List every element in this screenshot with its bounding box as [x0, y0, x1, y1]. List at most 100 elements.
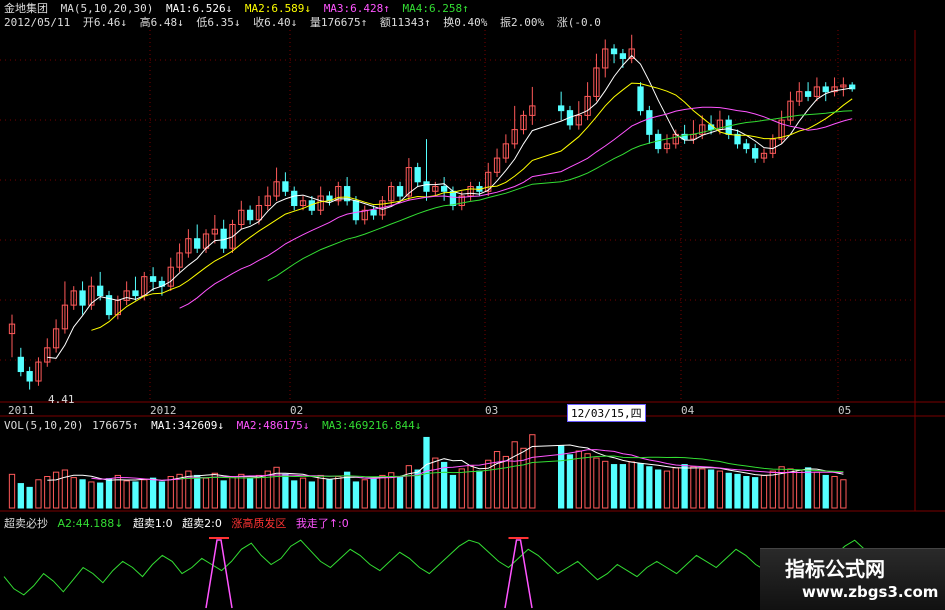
- volume-bar: [716, 470, 724, 509]
- volume-bar: [529, 434, 536, 509]
- volume-bar: [211, 472, 218, 509]
- volume-bar: [743, 476, 750, 509]
- close-value: 收6.40↓: [253, 16, 298, 29]
- volume-bar: [17, 483, 24, 509]
- cursor-date-label: 12/03/15,四: [567, 404, 646, 422]
- candle-body: [440, 186, 448, 192]
- volume-bar: [423, 436, 430, 509]
- volume-bar: [141, 479, 148, 509]
- volume-bar: [725, 472, 732, 509]
- candle-body: [79, 290, 86, 306]
- candle-body: [725, 119, 732, 135]
- volume-bar: [61, 469, 69, 509]
- candle-body: [17, 356, 24, 373]
- volume-bar: [132, 481, 139, 509]
- candle-body: [646, 110, 653, 135]
- volume-header: VOL(5,10,20) 176675↑ MA1:342609↓ MA2:486…: [4, 419, 427, 432]
- candle-body: [352, 200, 360, 221]
- volume-bar: [655, 469, 662, 509]
- volume-bar: [379, 474, 386, 509]
- candle-body: [132, 290, 139, 297]
- vol-label: VOL(5,10,20): [4, 419, 84, 432]
- volume-bar: [158, 481, 166, 509]
- volume-bar: [831, 476, 838, 509]
- candle-body: [149, 276, 157, 282]
- volume-bar: [493, 451, 501, 509]
- volume-bar: [707, 469, 715, 509]
- candle-body: [558, 105, 565, 112]
- amplitude-value: 振2.00%: [499, 16, 545, 29]
- volume-bar: [449, 474, 457, 509]
- x-label-02: 02: [290, 404, 304, 417]
- volume-bar: [690, 466, 697, 509]
- volume-bar: [752, 477, 759, 509]
- volume-bar: [123, 480, 130, 509]
- candle-body: [97, 285, 104, 297]
- candle-body: [637, 86, 644, 112]
- volume-bar: [246, 477, 254, 509]
- vol-ma3: MA3:469216.844↓: [322, 419, 422, 432]
- x-label-2012: 2012: [150, 404, 177, 417]
- volume-bar: [813, 471, 821, 509]
- watermark-title: 指标公式网: [785, 557, 885, 581]
- volume-bar: [432, 457, 439, 509]
- candle-body: [707, 124, 715, 131]
- low-price-label: 4.41: [48, 393, 75, 406]
- candle-body: [619, 53, 627, 59]
- volume-bar: [520, 447, 527, 509]
- x-label-03: 03: [485, 404, 499, 417]
- volume-bar: [440, 461, 448, 509]
- volume-bar: [35, 479, 42, 509]
- volume-bar: [822, 474, 829, 509]
- candle-body: [396, 186, 404, 197]
- indicator-zone: 涨高质发区: [231, 517, 287, 530]
- volume-bar: [238, 473, 245, 509]
- volume-bar: [335, 476, 342, 509]
- date-value: 2012/05/11: [4, 16, 71, 29]
- amount-value: 额11343↑: [379, 16, 431, 29]
- watermark-panel: 指标公式网 www.zbgs3.com: [760, 548, 945, 610]
- volume-bar: [796, 469, 803, 509]
- volume-bar: [502, 455, 510, 509]
- indicator-exit: 我走了↑:0: [295, 517, 349, 530]
- volume-bar: [317, 474, 324, 509]
- volume-bar: [370, 477, 377, 509]
- volume-bar: [167, 476, 174, 509]
- volume-bar: [637, 462, 644, 509]
- candle-body: [449, 190, 457, 207]
- candle-body: [282, 181, 289, 192]
- candle-body: [822, 86, 829, 93]
- ohlc-header: 2012/05/11 开6.46↓ 高6.48↓ 低6.35↓ 收6.40↓ 量…: [4, 14, 607, 30]
- volume-bar: [602, 460, 609, 509]
- candle-body: [610, 48, 618, 55]
- volume-bar: [202, 477, 210, 509]
- volume-bar: [149, 477, 157, 509]
- volume-bar: [646, 466, 653, 509]
- volume-bar: [52, 471, 60, 509]
- x-label-2011: 2011: [8, 404, 35, 417]
- volume-bar: [194, 474, 201, 509]
- volume-bar: [476, 470, 483, 509]
- volume-bar: [361, 479, 368, 509]
- volume-bar: [352, 481, 360, 509]
- candle-body: [370, 209, 377, 216]
- volume-bar: [566, 454, 574, 509]
- x-label-04: 04: [681, 404, 695, 417]
- candle-body: [414, 167, 421, 183]
- volume-bar: [229, 476, 236, 509]
- indicator-spike: [205, 539, 233, 609]
- indicator-header: 超卖必抄 A2:44.188↓ 超卖1:0 超卖2:0 涨高质发区 我走了↑:0: [4, 515, 355, 531]
- candle-body: [743, 143, 750, 150]
- volume-bar: [405, 465, 413, 509]
- volume-bar: [326, 479, 333, 509]
- volume-bar: [840, 479, 847, 509]
- candle-body: [26, 371, 33, 382]
- high-value: 高6.48↓: [139, 16, 184, 29]
- candle-body: [423, 181, 430, 192]
- volume-bar: [699, 468, 706, 509]
- volume-bar: [769, 470, 776, 509]
- volume-bar: [282, 473, 289, 509]
- volume-bar: [79, 479, 86, 509]
- indicator-name: 超卖必抄: [4, 517, 48, 530]
- indicator-oversold2: 超卖2:0: [182, 517, 222, 530]
